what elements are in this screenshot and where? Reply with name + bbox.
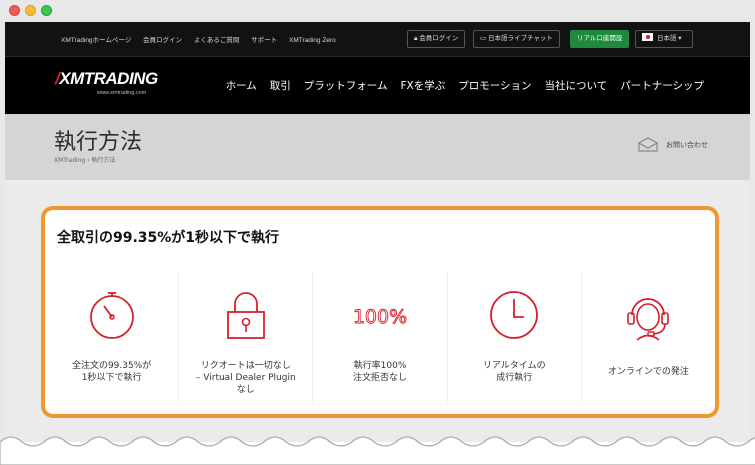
logo-url: www.xmtrading.com — [97, 90, 147, 96]
utility-bar: XMTradingホームページ 会員ログイン よくあるご質問 サポート XMTr… — [5, 22, 750, 56]
main-nav-items: ホーム 取引 プラットフォーム FXを学ぶ プロモーション 当社について パート… — [226, 78, 704, 93]
close-window-button[interactable] — [9, 5, 20, 16]
feature-label-line-1: リクオートは一切なし — [200, 361, 291, 371]
live-chat-label: 日本語ライブチャット — [487, 35, 553, 42]
percent-icon-text: 100% — [353, 306, 407, 328]
main-navbar: /XMTRADING www.xmtrading.com ホーム 取引 プラット… — [5, 56, 750, 114]
page-title: 執行方法 — [54, 130, 143, 155]
feature-label: リクオートは一切なし – Virtual Dealer Plugin なし — [179, 360, 312, 396]
contact-link[interactable]: お問い合わせ — [638, 137, 708, 152]
padlock-icon — [226, 292, 265, 339]
feature-label-line-1: オンラインでの発注 — [607, 367, 689, 377]
japan-flag-icon — [642, 33, 653, 41]
open-account-label: リアル口座開設 — [577, 35, 623, 42]
execution-highlight-card: 全取引の99.35%が1秒以下で執行 全注文の99.35%が 1秒以下で執行 リ… — [41, 206, 719, 418]
utility-links: XMTradingホームページ 会員ログイン よくあるご質問 サポート XMTr… — [61, 34, 346, 44]
page-viewport: XMTradingホームページ 会員ログイン よくあるご質問 サポート XMTr… — [5, 22, 750, 442]
card-title: 全取引の99.35%が1秒以下で執行 — [57, 230, 280, 246]
breadcrumb[interactable]: XMTrading › 執行方法 — [54, 155, 116, 164]
live-chat-button[interactable]: ▭ 日本語ライブチャット — [473, 30, 560, 48]
page-header-band: 執行方法 XMTrading › 執行方法 お問い合わせ — [5, 114, 750, 180]
minimize-window-button[interactable] — [25, 5, 36, 16]
feature-label-line-1: 執行率100% — [353, 361, 407, 371]
utility-link-home[interactable]: XMTradingホームページ — [61, 37, 131, 44]
language-selector[interactable]: 日本語 ▾ — [635, 30, 693, 48]
headset-icon — [627, 298, 670, 341]
nav-item-promotions[interactable]: プロモーション — [458, 78, 531, 93]
utility-link-support[interactable]: サポート — [251, 37, 277, 44]
chat-icon: ▭ — [480, 35, 488, 42]
nav-item-partnership[interactable]: パートナーシップ — [620, 78, 704, 93]
feature-label-line-2: 注文拒否なし — [353, 373, 408, 383]
feature-label-line-1: 全注文の99.35%が — [71, 361, 152, 371]
window-border-right — [750, 22, 755, 465]
nav-item-home[interactable]: ホーム — [226, 78, 257, 93]
percent-icon: 100% — [352, 306, 407, 329]
feature-list: 全注文の99.35%が 1秒以下で執行 リクオートは一切なし – Virtual… — [45, 272, 715, 402]
feature-label-line-1: リアルタイムの — [482, 361, 546, 371]
utility-link-zero[interactable]: XMTrading Zero — [289, 37, 336, 44]
torn-edge-decoration — [0, 436, 755, 465]
nav-item-platform[interactable]: プラットフォーム — [304, 78, 388, 93]
feature-label: オンラインでの発注 — [582, 366, 715, 378]
feature-label-line-2: 1秒以下で執行 — [81, 373, 142, 383]
feature-item: 全注文の99.35%が 1秒以下で執行 — [45, 272, 178, 402]
zoom-window-button[interactable] — [41, 5, 52, 16]
feature-label-line-2: 成行執行 — [496, 373, 533, 383]
window-titlebar — [0, 0, 755, 22]
feature-item: リクオートは一切なし – Virtual Dealer Plugin なし — [178, 272, 312, 402]
chevron-down-icon: ▾ — [676, 35, 682, 42]
feature-label-line-2: – Virtual Dealer Plugin — [195, 373, 296, 383]
feature-item: オンラインでの発注 — [580, 272, 715, 402]
feature-label: リアルタイムの 成行執行 — [448, 360, 581, 384]
member-login-button[interactable]: 🔒︎ 会員ログイン — [407, 30, 466, 48]
clock-icon — [490, 291, 539, 339]
utility-link-faq[interactable]: よくあるご質問 — [194, 37, 240, 44]
xmtrading-logo[interactable]: /XMTRADING — [55, 69, 158, 89]
envelope-icon — [638, 137, 658, 152]
feature-label: 執行率100% 注文拒否なし — [313, 360, 446, 384]
contact-label: お問い合わせ — [666, 140, 708, 149]
open-account-button[interactable]: リアル口座開設 — [570, 30, 630, 48]
nav-item-learn-fx[interactable]: FXを学ぶ — [400, 78, 445, 93]
utility-link-login[interactable]: 会員ログイン — [143, 37, 182, 44]
feature-item: リアルタイムの 成行執行 — [446, 272, 581, 402]
language-label: 日本語 — [657, 35, 677, 42]
feature-item: 100% 執行率100% 注文拒否なし — [312, 272, 446, 402]
feature-label-line-3: なし — [236, 385, 255, 395]
member-login-label: 会員ログイン — [419, 35, 459, 42]
feature-label: 全注文の99.35%が 1秒以下で執行 — [45, 360, 178, 384]
browser-window: XMTradingホームページ 会員ログイン よくあるご質問 サポート XMTr… — [0, 0, 755, 465]
logo-text: XMTRADING — [59, 69, 158, 88]
nav-item-about[interactable]: 当社について — [545, 78, 608, 93]
stopwatch-icon — [89, 292, 134, 339]
nav-item-trading[interactable]: 取引 — [270, 78, 291, 93]
